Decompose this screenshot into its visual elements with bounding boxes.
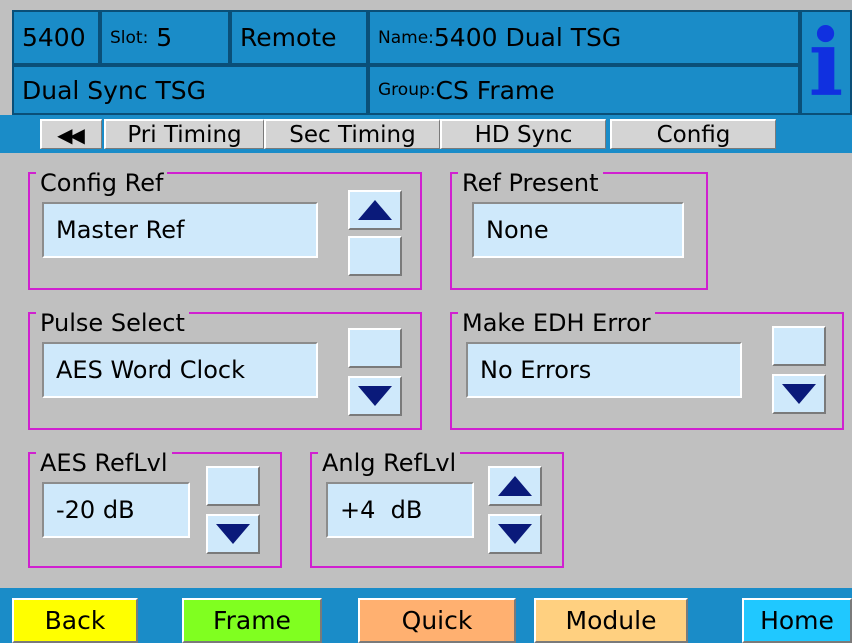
info-icon: i: [808, 10, 844, 115]
make-edh-error-value[interactable]: No Errors: [466, 342, 742, 398]
back-button[interactable]: Back: [12, 598, 138, 643]
arrow-down-icon: [782, 384, 816, 404]
arrow-down-icon: [358, 386, 392, 406]
anlg-ref-lvl-title: Anlg RefLvl: [318, 448, 461, 478]
frame-button-label: Frame: [213, 606, 291, 635]
group-cell: Group: CS Frame: [368, 65, 800, 115]
name-label: Name:: [378, 27, 434, 48]
config-ref-up-button[interactable]: [348, 190, 402, 230]
tab-bar: ◀◀ Pri Timing Sec Timing HD Sync Config: [0, 115, 852, 153]
name-cell: Name: 5400 Dual TSG: [368, 10, 800, 65]
tab-pri-timing[interactable]: Pri Timing: [104, 119, 264, 149]
make-edh-error-panel: Make EDH Error No Errors: [450, 308, 844, 430]
pulse-select-up-button[interactable]: [348, 328, 402, 368]
description-cell: Dual Sync TSG: [12, 65, 368, 115]
quick-button-label: Quick: [401, 606, 473, 635]
back-button-label: Back: [44, 606, 106, 635]
ref-present-title: Ref Present: [458, 168, 603, 198]
arrow-down-icon: [498, 524, 532, 544]
arrow-down-icon: [216, 524, 250, 544]
group-label: Group:: [378, 80, 436, 100]
make-edh-error-down-button[interactable]: [772, 374, 826, 414]
mode-cell: Remote: [230, 10, 368, 65]
device-description: Dual Sync TSG: [22, 75, 207, 105]
tab-back[interactable]: ◀◀: [40, 119, 102, 149]
ref-present-value: None: [472, 202, 684, 258]
arrow-up-icon: [498, 476, 532, 496]
pulse-select-value[interactable]: AES Word Clock: [42, 342, 318, 398]
double-left-arrow-icon: ◀◀: [57, 122, 85, 147]
module-button[interactable]: Module: [534, 598, 688, 643]
aes-ref-lvl-value[interactable]: -20 dB: [42, 482, 190, 538]
aes-ref-lvl-title: AES RefLvl: [36, 448, 172, 478]
ref-present-panel: Ref Present None: [450, 168, 708, 290]
tab-sec-timing[interactable]: Sec Timing: [264, 119, 440, 149]
slot-cell: Slot: 5: [100, 10, 230, 65]
anlg-ref-lvl-panel: Anlg RefLvl +4 dB: [310, 448, 564, 568]
home-button-label: Home: [760, 606, 834, 635]
mode-label: Remote: [240, 23, 337, 52]
aes-ref-lvl-down-button[interactable]: [206, 514, 260, 554]
aes-ref-lvl-panel: AES RefLvl -20 dB: [28, 448, 282, 568]
aes-ref-lvl-up-button[interactable]: [206, 466, 260, 506]
anlg-ref-lvl-value[interactable]: +4 dB: [326, 482, 474, 538]
slot-value: 5: [156, 23, 173, 52]
pulse-select-title: Pulse Select: [36, 308, 189, 338]
slot-label: Slot:: [110, 27, 149, 48]
group-value: CS Frame: [435, 75, 555, 105]
frame-button[interactable]: Frame: [182, 598, 322, 643]
tab-hd-sync-label: HD Sync: [474, 121, 573, 148]
make-edh-error-up-button[interactable]: [772, 326, 826, 366]
home-button[interactable]: Home: [742, 598, 852, 643]
footer-bar: Back Frame Quick Module Home: [0, 588, 852, 643]
pulse-select-panel: Pulse Select AES Word Clock: [28, 308, 422, 430]
device-model-label: 5400: [22, 23, 86, 52]
tab-hd-sync[interactable]: HD Sync: [440, 119, 606, 149]
config-ref-panel: Config Ref Master Ref: [28, 168, 422, 290]
tab-pri-timing-label: Pri Timing: [127, 121, 242, 148]
tab-config[interactable]: Config: [610, 119, 776, 149]
tab-config-label: Config: [656, 121, 731, 148]
anlg-ref-lvl-down-button[interactable]: [488, 514, 542, 554]
quick-button[interactable]: Quick: [358, 598, 516, 643]
config-ref-value[interactable]: Master Ref: [42, 202, 318, 258]
make-edh-error-title: Make EDH Error: [458, 308, 655, 338]
arrow-up-icon: [358, 200, 392, 220]
name-value: 5400 Dual TSG: [433, 23, 622, 52]
config-ref-down-button[interactable]: [348, 236, 402, 276]
info-button[interactable]: i: [800, 10, 852, 115]
tab-sec-timing-label: Sec Timing: [289, 121, 416, 148]
anlg-ref-lvl-up-button[interactable]: [488, 466, 542, 506]
device-model: 5400: [12, 10, 100, 65]
config-ref-title: Config Ref: [36, 168, 168, 198]
module-button-label: Module: [565, 606, 657, 635]
pulse-select-down-button[interactable]: [348, 376, 402, 416]
